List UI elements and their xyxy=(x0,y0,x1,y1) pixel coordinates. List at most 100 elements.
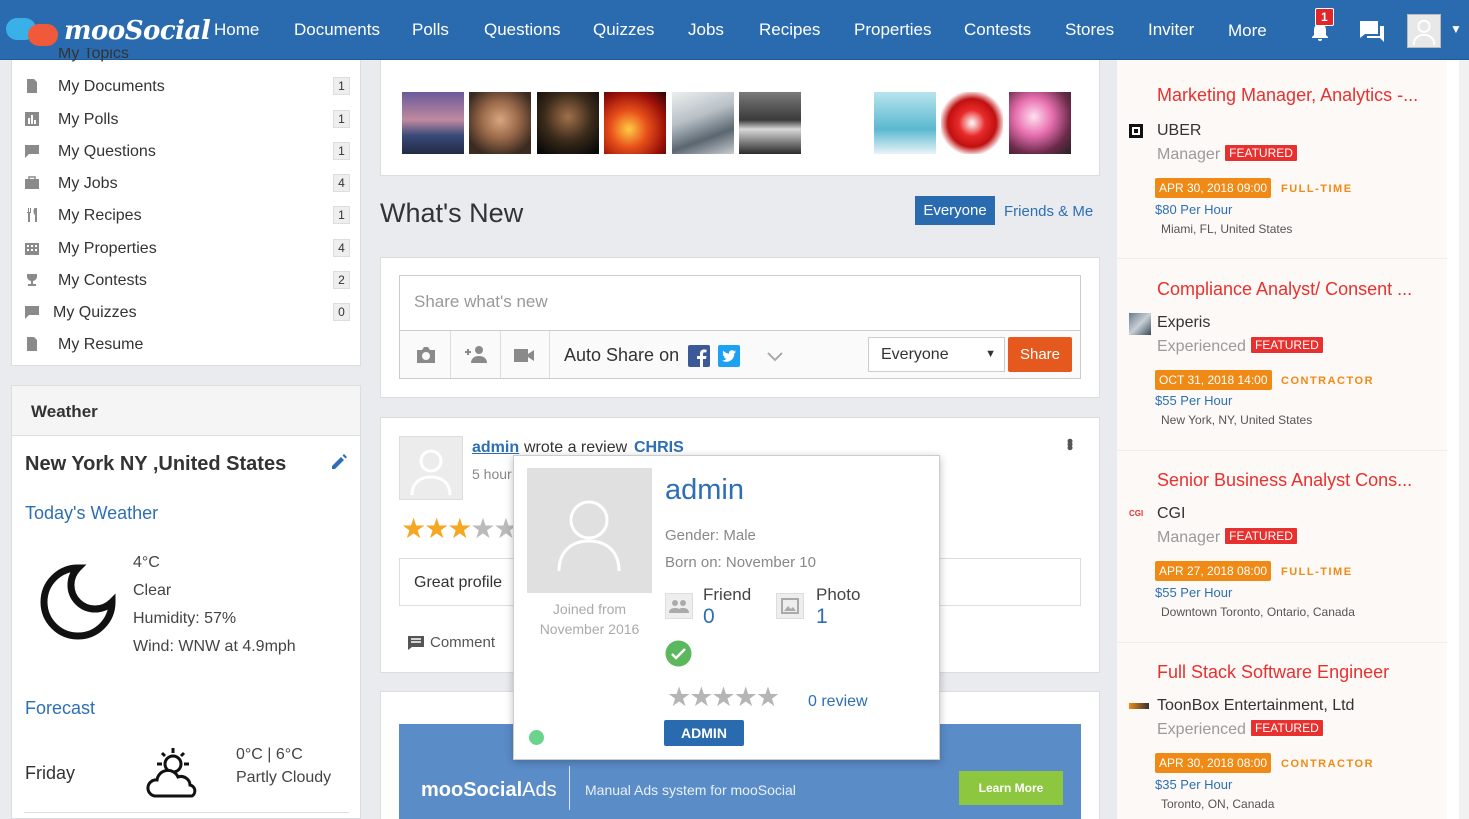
job-date-badge: OCT 31, 2018 14:00 xyxy=(1155,370,1272,390)
photo-thumbnail[interactable] xyxy=(469,92,531,154)
photo-count[interactable]: 1 xyxy=(816,605,828,629)
photo-thumbnail[interactable] xyxy=(806,92,868,154)
weather-widget: Weather New York NY ,United States Today… xyxy=(11,385,361,819)
sidebar-item-recipes[interactable]: My Recipes 1 xyxy=(12,201,360,231)
tab-friends-me[interactable]: Friends & Me xyxy=(1004,203,1093,220)
photo-thumbnail[interactable] xyxy=(672,92,734,154)
tab-everyone[interactable]: Everyone xyxy=(915,196,995,225)
photo-thumbnail[interactable] xyxy=(739,92,801,154)
job-title-link[interactable]: Marketing Manager, Analytics -... xyxy=(1157,85,1418,106)
chat-icon[interactable] xyxy=(1358,19,1386,43)
todays-weather-label: Today's Weather xyxy=(25,503,159,523)
photo-thumbnail[interactable] xyxy=(1009,92,1071,154)
job-location: Toronto, ON, Canada xyxy=(1161,797,1275,811)
job-title-link[interactable]: Full Stack Software Engineer xyxy=(1157,662,1389,683)
privacy-select[interactable]: Everyone ▼ xyxy=(868,337,1005,372)
photo-thumbnail[interactable] xyxy=(537,92,599,154)
job-date-badge: APR 30, 2018 09:00 xyxy=(1155,178,1272,198)
facebook-icon[interactable] xyxy=(688,345,710,367)
moosocial-logo[interactable]: mooSocial xyxy=(4,10,211,50)
count-badge: 4 xyxy=(333,174,350,192)
more-options-icon[interactable]: ••• xyxy=(1059,438,1080,448)
caret-down-icon: ▼ xyxy=(985,348,996,360)
job-company: ToonBox Entertainment, Ltd xyxy=(1157,697,1355,714)
weather-header: Weather xyxy=(12,386,360,436)
photo-thumbnail[interactable] xyxy=(604,92,666,154)
partly-cloudy-icon xyxy=(146,748,197,798)
sidebar-item-quizzes[interactable]: My Quizzes 0 xyxy=(12,298,360,328)
featured-badge: FEATURED xyxy=(1249,719,1324,737)
post-timestamp: 5 hours ago xyxy=(472,466,512,482)
nav-contests[interactable]: Contests xyxy=(964,20,1031,40)
photo-thumbnail[interactable] xyxy=(941,92,1003,154)
chevron-down-icon[interactable]: ▼ xyxy=(1450,22,1462,36)
sidebar-item-documents[interactable]: My Documents 1 xyxy=(12,72,360,102)
job-title-link[interactable]: Compliance Analyst/ Consent ... xyxy=(1157,279,1412,300)
scrollbar[interactable] xyxy=(1459,60,1469,819)
briefcase-icon xyxy=(25,176,39,189)
review-count-link[interactable]: 0 review xyxy=(808,693,868,711)
sidebar-item-questions[interactable]: My Questions 1 xyxy=(12,137,360,167)
nav-properties[interactable]: Properties xyxy=(854,20,931,40)
job-location: Downtown Toronto, Ontario, Canada xyxy=(1161,605,1355,619)
job-card: Marketing Manager, Analytics -... UBER M… xyxy=(1117,60,1447,259)
count-badge: 1 xyxy=(333,206,350,224)
nav-more[interactable]: More xyxy=(1228,21,1267,41)
chevron-down-icon[interactable] xyxy=(766,351,784,363)
nav-inviter[interactable]: Inviter xyxy=(1148,20,1194,40)
rating-stars: ★★★★★ xyxy=(401,513,519,544)
nav-documents[interactable]: Documents xyxy=(294,20,380,40)
friends-icon xyxy=(665,593,693,619)
sidebar-item-resume[interactable]: My Resume xyxy=(12,330,360,360)
nav-recipes[interactable]: Recipes xyxy=(759,20,820,40)
weather-temp: 4°C xyxy=(133,554,160,571)
photo-thumbnail[interactable] xyxy=(402,92,464,154)
friend-label: Friend xyxy=(703,585,752,604)
sidebar-item-properties[interactable]: My Properties 4 xyxy=(12,234,360,264)
joined-label: Joined from xyxy=(552,601,627,617)
user-avatar[interactable] xyxy=(1407,14,1441,48)
ad-brand: mooSocialAds xyxy=(421,779,557,801)
nav-jobs[interactable]: Jobs xyxy=(688,20,724,40)
online-status-dot xyxy=(529,730,544,745)
video-upload-button[interactable] xyxy=(501,331,550,378)
joined-date: November 2016 xyxy=(539,621,640,637)
weather-heading: Weather xyxy=(31,402,98,421)
quiz-icon xyxy=(25,306,39,319)
count-badge: 1 xyxy=(333,110,350,128)
featured-badge: FEATURED xyxy=(1249,336,1324,354)
job-date-badge: APR 30, 2018 08:00 xyxy=(1155,753,1272,773)
avatar[interactable] xyxy=(527,468,652,593)
notification-badge: 1 xyxy=(1315,8,1334,26)
ad-tagline: Manual Ads system for mooSocial xyxy=(585,782,796,798)
sidebar-item-topics[interactable]: My Topics xyxy=(12,48,360,64)
sidebar-item-polls[interactable]: My Polls 1 xyxy=(12,105,360,135)
friend-count[interactable]: 0 xyxy=(703,605,715,629)
sidebar-item-contests[interactable]: My Contests 2 xyxy=(12,266,360,296)
sidebar-item-jobs[interactable]: My Jobs 4 xyxy=(12,169,360,199)
nav-polls[interactable]: Polls xyxy=(412,20,449,40)
share-input[interactable]: Share what's new xyxy=(399,275,1081,330)
nav-quizzes[interactable]: Quizzes xyxy=(593,20,654,40)
job-pay: $55 Per Hour xyxy=(1155,393,1233,408)
tag-friend-button[interactable] xyxy=(451,331,501,378)
share-button[interactable]: Share xyxy=(1008,337,1072,372)
comment-button[interactable]: Comment xyxy=(430,634,495,651)
popup-username[interactable]: admin xyxy=(665,474,744,507)
edit-pencil-icon[interactable] xyxy=(330,453,348,471)
count-badge: 1 xyxy=(333,77,350,95)
review-text: Great profile xyxy=(414,574,503,591)
learn-more-button[interactable]: Learn More xyxy=(959,771,1063,805)
nav-stores[interactable]: Stores xyxy=(1065,20,1114,40)
job-card: Senior Business Analyst Cons... CGI CGI … xyxy=(1117,451,1447,643)
photo-thumbnail[interactable] xyxy=(874,92,936,154)
avatar[interactable] xyxy=(399,436,463,500)
photo-upload-button[interactable] xyxy=(400,331,451,378)
nav-home[interactable]: Home xyxy=(214,20,259,40)
video-camera-icon xyxy=(514,349,534,362)
job-title-link[interactable]: Senior Business Analyst Cons... xyxy=(1157,470,1412,491)
twitter-icon[interactable] xyxy=(718,345,740,367)
nav-questions[interactable]: Questions xyxy=(484,20,561,40)
job-pay: $80 Per Hour xyxy=(1155,202,1233,217)
count-badge: 4 xyxy=(333,239,350,257)
